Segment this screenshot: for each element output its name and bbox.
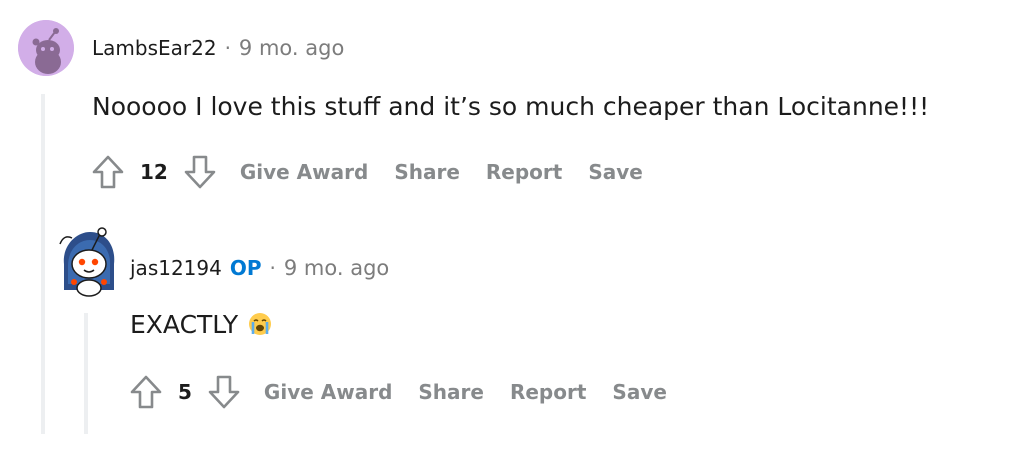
meta-separator: · xyxy=(224,36,231,60)
upvote-icon[interactable] xyxy=(128,374,164,410)
thread-line-inner[interactable] xyxy=(84,313,88,434)
comment-meta: LambsEar22 · 9 mo. ago xyxy=(92,36,344,60)
downvote-icon[interactable] xyxy=(206,374,242,410)
snoo-avatar-icon xyxy=(18,20,74,76)
timestamp[interactable]: 9 mo. ago xyxy=(239,36,344,60)
share-button[interactable]: Share xyxy=(418,380,484,404)
downvote-icon[interactable] xyxy=(182,154,218,190)
avatar[interactable] xyxy=(18,20,74,76)
comment-text: EXACTLY xyxy=(130,309,239,339)
give-award-button[interactable]: Give Award xyxy=(240,160,368,184)
username[interactable]: LambsEar22 xyxy=(92,36,217,60)
thread-line-outer[interactable] xyxy=(41,94,45,434)
comment-body: EXACTLY xyxy=(130,306,272,342)
comment-text: Nooooo I love this stuff and it’s so muc… xyxy=(92,91,930,121)
op-badge: OP xyxy=(229,256,262,280)
loudly-crying-face-icon xyxy=(248,312,272,336)
meta-separator: · xyxy=(269,256,276,280)
give-award-button[interactable]: Give Award xyxy=(264,380,392,404)
upvote-icon[interactable] xyxy=(90,154,126,190)
avatar[interactable] xyxy=(56,224,120,300)
report-button[interactable]: Report xyxy=(486,160,562,184)
vote-score: 12 xyxy=(140,160,168,184)
comment-actions: 12 Give Award Share Report Save xyxy=(90,150,643,194)
report-button[interactable]: Report xyxy=(510,380,586,404)
timestamp[interactable]: 9 mo. ago xyxy=(284,256,389,280)
snoo-avatar-icon xyxy=(59,227,115,297)
comment-body: Nooooo I love this stuff and it’s so muc… xyxy=(92,88,929,124)
share-button[interactable]: Share xyxy=(394,160,460,184)
save-button[interactable]: Save xyxy=(588,160,643,184)
username[interactable]: jas12194 xyxy=(130,256,222,280)
comment-actions: 5 Give Award Share Report Save xyxy=(128,370,667,414)
vote-score: 5 xyxy=(178,380,192,404)
comment-meta: jas12194 OP · 9 mo. ago xyxy=(130,256,389,280)
save-button[interactable]: Save xyxy=(612,380,667,404)
